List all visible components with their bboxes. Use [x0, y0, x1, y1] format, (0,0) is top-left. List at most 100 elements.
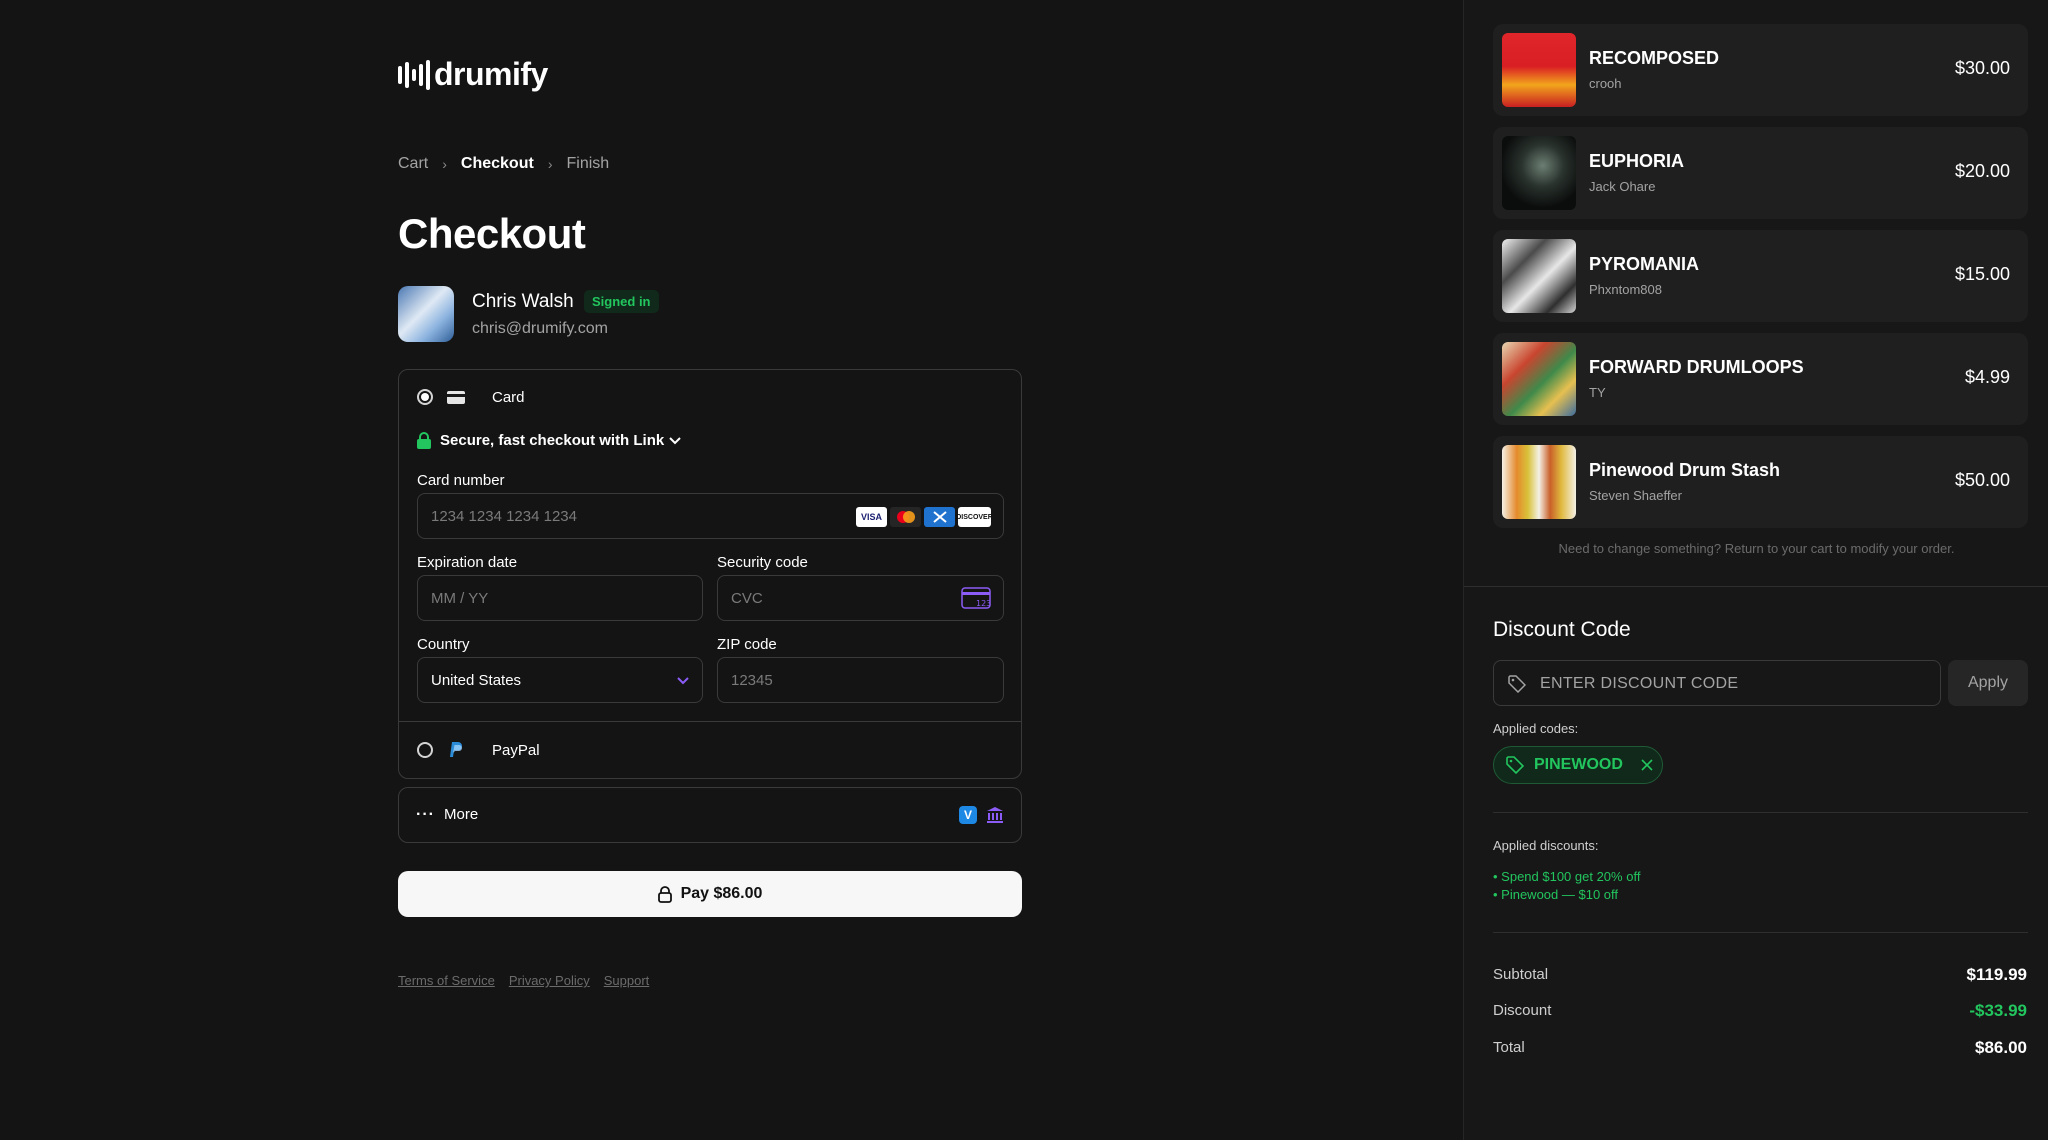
discount-line: • Pinewood — $10 off	[1493, 887, 1619, 902]
applied-code-chip: PINEWOOD	[1493, 746, 1663, 784]
chevron-down-icon[interactable]	[669, 437, 681, 445]
album-cover-recomposed	[1502, 33, 1576, 107]
country-value: United States	[431, 672, 522, 689]
tag-icon	[1506, 756, 1524, 774]
section-divider	[1493, 932, 2028, 933]
payment-methods: Card Secure, fast checkout with Link Car…	[398, 369, 1022, 779]
page-title: Checkout	[398, 210, 586, 257]
expiration-label: Expiration date	[417, 554, 518, 571]
more-payment-methods[interactable]: ··· More V	[398, 787, 1022, 843]
applied-discounts-label: Applied discounts:	[1493, 838, 1599, 853]
album-cover-euphoria	[1502, 136, 1576, 210]
card-number-placeholder: 1234 1234 1234 1234	[431, 508, 577, 525]
support-link[interactable]: Support	[604, 973, 650, 988]
security-code-input[interactable]: CVC 123	[717, 575, 1004, 621]
mastercard-icon	[890, 507, 921, 527]
card-radio[interactable]	[417, 389, 433, 405]
link-checkout-toggle[interactable]: Secure, fast checkout with Link	[440, 432, 664, 449]
user-email: chris@drumify.com	[472, 320, 608, 337]
item-price: $50.00	[1954, 470, 2010, 490]
signed-in-badge: Signed in	[584, 290, 659, 313]
discover-icon: DISCOVER	[956, 507, 993, 527]
item-artist: crooh	[1589, 76, 1622, 91]
logo-text: drumify	[434, 56, 548, 92]
discount-title: Discount Code	[1493, 618, 1631, 641]
drumify-logo[interactable]: drumify	[398, 56, 548, 93]
total-label: Total	[1493, 1039, 1525, 1056]
item-title: PYROMANIA	[1589, 254, 1700, 274]
close-icon[interactable]	[1641, 759, 1653, 771]
cvc-placeholder: CVC	[731, 590, 763, 607]
lock-icon	[417, 432, 431, 449]
applied-code-text: PINEWOOD	[1534, 756, 1623, 773]
breadcrumb-checkout: Checkout	[460, 155, 534, 172]
item-title: FORWARD DRUMLOOPS	[1589, 357, 1804, 377]
terms-link[interactable]: Terms of Service	[398, 973, 495, 988]
section-divider	[1464, 586, 2048, 587]
expiration-input[interactable]: MM / YY	[417, 575, 703, 621]
apply-button[interactable]: Apply	[1948, 660, 2028, 706]
applied-codes-label: Applied codes:	[1493, 721, 1579, 736]
cart-item: Pinewood Drum Stash Steven Shaeffer $50.…	[1493, 436, 2028, 528]
svg-text:123: 123	[976, 599, 991, 608]
discount-label: Discount	[1493, 1002, 1552, 1019]
item-title: EUPHORIA	[1589, 151, 1685, 171]
card-number-input[interactable]: 1234 1234 1234 1234 VISA DISCOVER	[417, 493, 1004, 539]
item-price: $15.00	[1954, 264, 2010, 284]
discount-code-input[interactable]: ENTER DISCOUNT CODE	[1493, 660, 1941, 706]
paypal-icon	[450, 742, 462, 757]
zip-input[interactable]: 12345	[717, 657, 1004, 703]
user-name: Chris Walsh	[472, 291, 574, 312]
item-artist: TY	[1589, 385, 1606, 400]
zip-placeholder: 12345	[731, 672, 773, 689]
discount-placeholder: ENTER DISCOUNT CODE	[1540, 675, 1739, 692]
credit-card-icon	[447, 391, 465, 404]
country-select[interactable]: United States	[417, 657, 703, 703]
discount-value: -$33.99	[1969, 1001, 2027, 1020]
expiration-placeholder: MM / YY	[431, 590, 489, 607]
tag-icon	[1508, 675, 1526, 693]
ellipsis-icon: ···	[416, 806, 435, 823]
cart-item: FORWARD DRUMLOOPS TY $4.99	[1493, 333, 2028, 425]
breadcrumb-finish: Finish	[566, 155, 610, 172]
card-option-label[interactable]: Card	[492, 389, 525, 406]
chevron-right-icon: ›	[547, 156, 553, 172]
album-cover-forward-drumloops	[1502, 342, 1576, 416]
item-price: $20.00	[1954, 161, 2010, 181]
more-label: More	[444, 806, 479, 823]
pay-button[interactable]: Pay $86.00	[398, 871, 1022, 917]
security-code-label: Security code	[717, 554, 808, 571]
bank-icon	[987, 807, 1003, 823]
order-summary-pane: RECOMPOSED crooh $30.00 EUPHORIA Jack Oh…	[1463, 0, 2048, 1140]
subtotal-value: $119.99	[1966, 965, 2027, 984]
discount-line: • Spend $100 get 20% off	[1493, 869, 1641, 884]
footer-links: Terms of Service Privacy Policy Support	[398, 973, 649, 988]
card-number-label: Card number	[417, 472, 505, 489]
logo-bars-icon	[398, 59, 430, 91]
visa-icon: VISA	[856, 507, 887, 527]
zip-label: ZIP code	[717, 636, 777, 653]
checkout-pane: drumify Cart › Checkout › Finish Checkou…	[0, 0, 1463, 1140]
privacy-link[interactable]: Privacy Policy	[509, 973, 590, 988]
payment-divider	[399, 721, 1021, 722]
item-title: RECOMPOSED	[1589, 48, 1720, 68]
paypal-radio[interactable]	[417, 742, 433, 758]
item-artist: Jack Ohare	[1589, 179, 1656, 194]
chevron-right-icon: ›	[442, 156, 447, 172]
breadcrumb: Cart › Checkout › Finish	[398, 155, 609, 173]
item-artist: Phxntom808	[1589, 282, 1662, 297]
item-price: $4.99	[1964, 367, 2010, 387]
item-artist: Steven Shaeffer	[1589, 488, 1682, 503]
album-cover-pinewood	[1502, 445, 1576, 519]
cart-note: Need to change something? Return to your…	[1558, 541, 1955, 556]
venmo-icon: V	[959, 806, 977, 824]
pay-button-label: Pay $86.00	[680, 885, 763, 902]
cart-item: RECOMPOSED crooh $30.00	[1493, 24, 2028, 116]
cart-item: EUPHORIA Jack Ohare $20.00	[1493, 127, 2028, 219]
lock-icon	[657, 885, 672, 903]
chevron-down-icon	[677, 677, 689, 685]
paypal-option-label[interactable]: PayPal	[492, 742, 540, 759]
item-title: Pinewood Drum Stash	[1589, 460, 1781, 480]
avatar	[398, 286, 454, 342]
breadcrumb-cart[interactable]: Cart	[398, 155, 428, 173]
